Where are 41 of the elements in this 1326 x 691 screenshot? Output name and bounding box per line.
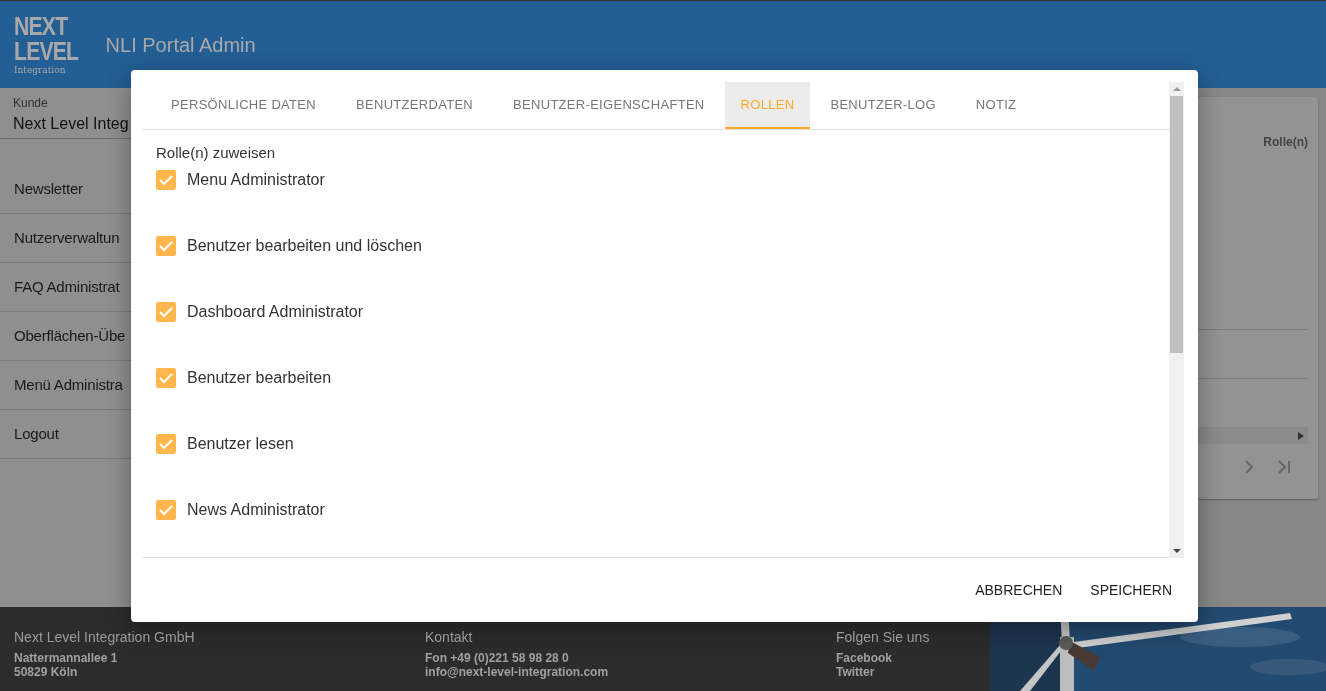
checkbox-label: Benutzer lesen xyxy=(187,433,294,454)
tab[interactable]: BENUTZER-EIGENSCHAFTEN xyxy=(493,82,725,129)
scroll-right-icon[interactable] xyxy=(1298,431,1304,440)
scrollbar[interactable] xyxy=(1198,427,1308,444)
tab[interactable]: NOTIZ xyxy=(955,82,1037,129)
dialog-button[interactable]: ABBRECHEN xyxy=(963,571,1075,609)
scrollbar[interactable] xyxy=(1169,82,1184,558)
footer-heading: Kontakt xyxy=(425,628,474,647)
checkbox-label: Benutzer bearbeiten und löschen xyxy=(187,235,422,256)
footer-link[interactable]: Facebook xyxy=(836,651,1247,665)
checkbox[interactable] xyxy=(156,433,176,454)
footer-heading: Next Level Integration GmbH xyxy=(14,628,196,647)
footer-heading: Folgen Sie uns xyxy=(836,628,931,647)
logo-text: NEXT xyxy=(14,14,69,39)
footer-text: Nattermannallee 1 xyxy=(14,651,119,665)
checkbox-label: Benutzer bearbeiten xyxy=(187,367,332,388)
scroll-down-icon[interactable] xyxy=(1172,548,1181,554)
checkbox[interactable] xyxy=(156,367,176,388)
tab[interactable]: PERSÖNLICHE DATEN xyxy=(143,82,336,129)
logo-text: LEVEL xyxy=(14,39,79,64)
dialog-button[interactable]: SPEICHERN xyxy=(1078,571,1184,609)
checkbox-label: Dashboard Administrator xyxy=(187,301,364,322)
tab[interactable]: BENUTZER-LOG xyxy=(810,82,956,129)
logo-text: Integration xyxy=(14,66,67,75)
footer-link[interactable]: info@next-level-integration.com xyxy=(425,665,836,679)
checkbox[interactable] xyxy=(156,499,176,520)
checkbox[interactable] xyxy=(156,235,176,256)
app-title: NLI Portal Admin xyxy=(105,32,256,58)
footer-link[interactable]: Twitter xyxy=(836,665,1247,679)
tab[interactable]: BENUTZERDATEN xyxy=(336,82,494,129)
checkbox[interactable] xyxy=(156,301,176,322)
checkbox-label: Menu Administrator xyxy=(187,169,325,190)
checkbox-label: News Administrator xyxy=(187,499,325,520)
footer-text: 50829 Köln xyxy=(14,665,79,679)
footer-text: Fon +49 (0)221 58 98 28 0 xyxy=(425,651,570,665)
checkbox[interactable] xyxy=(156,169,176,190)
section-label: Rolle(n) zuweisen xyxy=(156,143,277,163)
scroll-up-icon[interactable] xyxy=(1172,86,1181,92)
column-header: Rolle(n) xyxy=(1263,134,1308,151)
last-page-icon[interactable] xyxy=(1278,460,1292,474)
next-page-icon[interactable] xyxy=(1244,460,1254,474)
